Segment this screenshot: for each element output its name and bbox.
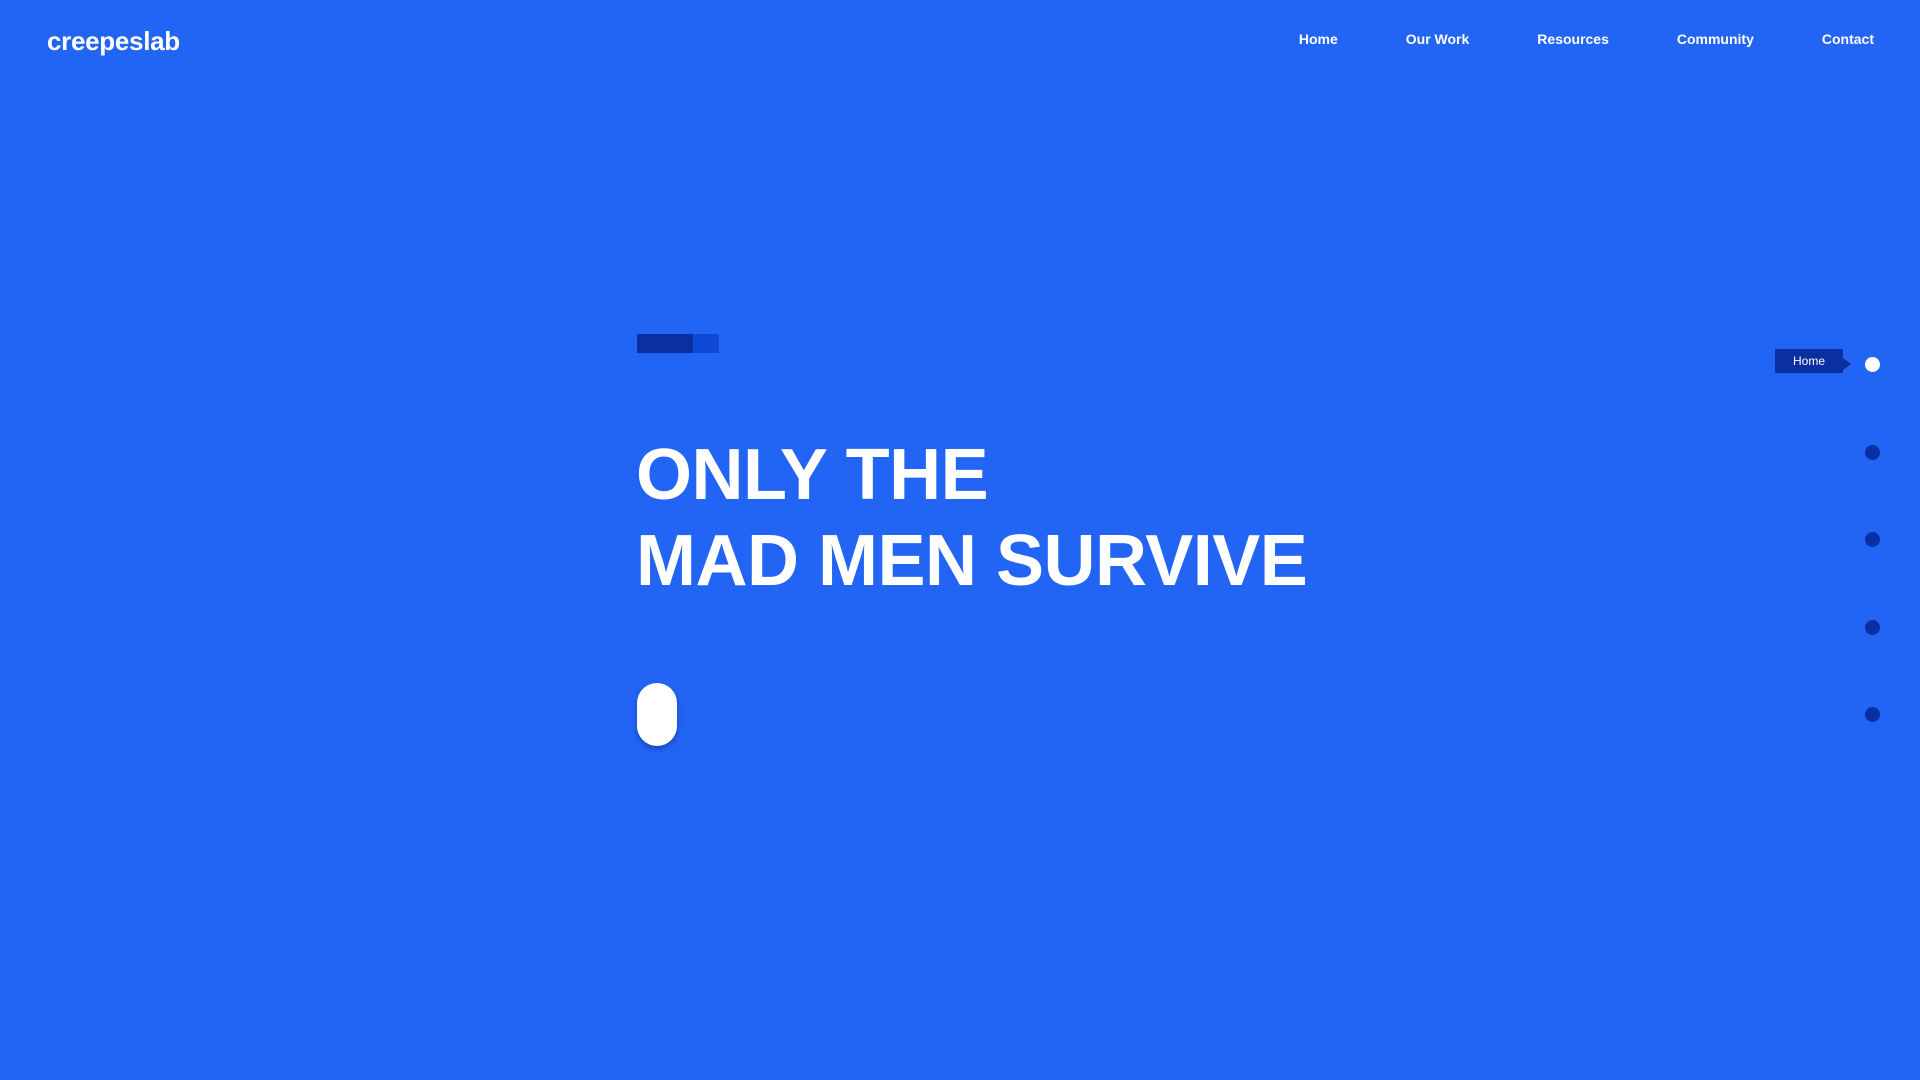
hero-headline-line-1: ONLY THE [636,435,989,515]
main-nav: Home Our Work Resources Community Contac… [1299,30,1874,48]
nav-link-home[interactable]: Home [1299,30,1338,48]
section-tooltip: Home [1774,349,1852,373]
section-dot-2[interactable] [1865,445,1880,460]
page: creepeslab Home Our Work Resources Commu… [0,0,1920,1080]
section-dot-5[interactable] [1865,707,1880,722]
logo[interactable]: creepeslab [47,24,180,58]
hero-headline: ONLY THE MAD MEN SURVIVE [636,432,1308,604]
nav-link-community[interactable]: Community [1677,30,1754,48]
accent-bar [637,334,719,353]
section-dot-4[interactable] [1865,620,1880,635]
accent-bar-dark [637,334,693,353]
accent-bar-light [693,334,719,353]
hero-headline-line-2: MAD MEN SURVIVE [636,521,1308,601]
section-dot-home[interactable] [1865,357,1880,372]
nav-link-contact[interactable]: Contact [1822,30,1874,48]
nav-link-our-work[interactable]: Our Work [1406,30,1470,48]
section-dot-3[interactable] [1865,532,1880,547]
nav-link-resources[interactable]: Resources [1537,30,1609,48]
scroll-down-indicator[interactable] [637,683,677,746]
